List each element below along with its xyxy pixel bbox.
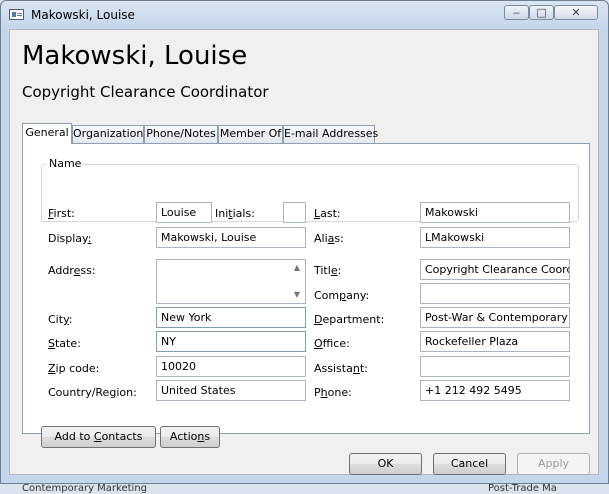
first-name-field[interactable]: Louise: [156, 202, 212, 223]
close-button[interactable]: ✕: [554, 5, 598, 20]
first-name-label: First:: [48, 207, 75, 220]
alias-field[interactable]: LMakowski: [420, 227, 570, 248]
name-group-legend: Name: [47, 157, 84, 170]
state-field[interactable]: NY: [156, 331, 306, 352]
contact-properties-window: Makowski, Louise ‒ □ ✕ Makowski, Louise …: [0, 0, 609, 484]
title-bar[interactable]: Makowski, Louise ‒ □ ✕: [1, 1, 608, 29]
display-name-label: Display:: [48, 232, 92, 245]
assistant-label: Assistant:: [314, 362, 368, 375]
office-field[interactable]: Rockefeller Plaza: [420, 331, 570, 352]
title-label: Title:: [314, 264, 342, 277]
last-name-field[interactable]: Makowski: [420, 202, 570, 223]
department-field[interactable]: Post-War & Contemporary De: [420, 307, 570, 328]
dialog-client-area: Makowski, Louise Copyright Clearance Coo…: [9, 29, 599, 475]
tab-email-addresses[interactable]: E-mail Addresses: [283, 125, 378, 143]
scroll-down-arrow-icon[interactable]: ▼: [291, 289, 303, 301]
window-title: Makowski, Louise: [31, 8, 135, 22]
contact-job-title-heading: Copyright Clearance Coordinator: [22, 83, 269, 101]
alias-label: Alias:: [314, 232, 344, 245]
tab-organization[interactable]: Organization: [72, 125, 144, 143]
company-label: Company:: [314, 289, 370, 302]
tab-phone-notes[interactable]: Phone/Notes: [144, 125, 218, 143]
apply-button[interactable]: Apply: [517, 453, 590, 475]
assistant-field[interactable]: [420, 356, 570, 377]
initials-label: Initials:: [215, 207, 255, 220]
background-text-right: Post-Trade Ma: [488, 483, 557, 494]
general-tab-panel: Name First: Louise Initials: Last: Makow…: [22, 143, 590, 448]
address-label: Address:: [48, 264, 96, 277]
actions-button[interactable]: Actions: [160, 426, 220, 448]
city-label: City:: [48, 313, 73, 326]
contact-name-heading: Makowski, Louise: [22, 41, 248, 71]
country-region-label: Country/Region:: [48, 386, 137, 399]
tab-member-of[interactable]: Member Of: [218, 125, 283, 143]
city-field[interactable]: New York: [156, 307, 306, 328]
contact-card-icon: [9, 9, 24, 20]
background-app-bottom: Contemporary Marketing Post-Trade Ma: [0, 483, 609, 494]
initials-field[interactable]: [283, 202, 306, 223]
country-region-field[interactable]: United States: [156, 380, 306, 401]
cancel-button[interactable]: Cancel: [433, 453, 506, 475]
last-name-label: Last:: [314, 207, 341, 220]
minimize-button[interactable]: ‒: [504, 5, 529, 20]
scroll-up-arrow-icon[interactable]: ▲: [291, 262, 303, 274]
phone-label: Phone:: [314, 386, 352, 399]
zip-code-field[interactable]: 10020: [156, 356, 306, 377]
company-field[interactable]: [420, 283, 570, 304]
display-name-field[interactable]: Makowski, Louise: [156, 227, 306, 248]
maximize-button[interactable]: □: [529, 5, 554, 20]
address-textarea[interactable]: ▲ ▼: [156, 259, 306, 304]
office-label: Office:: [314, 337, 350, 350]
tab-general[interactable]: General: [22, 123, 72, 144]
state-label: State:: [48, 337, 81, 350]
phone-field[interactable]: +1 212 492 5495: [420, 380, 570, 401]
zip-code-label: Zip code:: [48, 362, 100, 375]
background-text-left: Contemporary Marketing: [22, 483, 148, 494]
department-label: Department:: [314, 313, 385, 326]
title-field[interactable]: Copyright Clearance Coordina: [420, 259, 570, 280]
ok-button[interactable]: OK: [349, 453, 422, 475]
add-to-contacts-button[interactable]: Add to Contacts: [41, 426, 156, 448]
